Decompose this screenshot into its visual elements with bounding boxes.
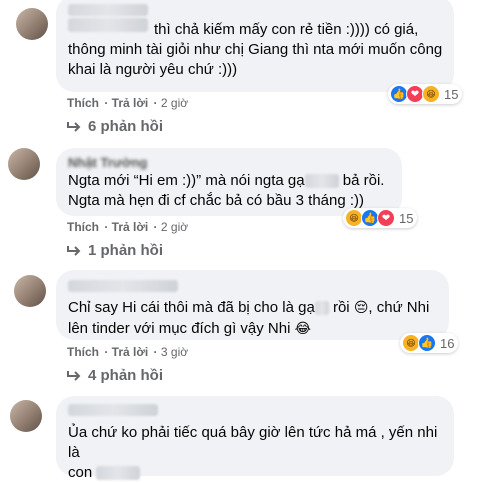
- blurred-word: [314, 301, 329, 316]
- reply-action[interactable]: Trả lời: [112, 345, 149, 359]
- text-part: lên tinder với mục đích gì vậy Nhi: [68, 320, 291, 337]
- text-part: Chỉ say Hi cái thôi mà đã bị cho là gạ: [68, 299, 315, 316]
- reply-arrow-icon: [67, 121, 81, 132]
- reply-action[interactable]: Trả lời: [112, 220, 149, 234]
- like-action[interactable]: Thích: [67, 345, 99, 359]
- avatar[interactable]: [8, 148, 40, 180]
- text-part: bả rồi.: [342, 172, 385, 189]
- comment-bubble: thì chả kiếm mấy con rẻ tiền :)))) có gi…: [56, 0, 454, 92]
- comment-bubble: Chỉ say Hi cái thôi mà đã bị cho là gạ r…: [56, 270, 449, 340]
- comment-actions: Thích · Trả lời · 2 giờ: [67, 220, 189, 234]
- comment-bubble: Nhật Trường Ngta mới “Hi em :))” mà nói …: [56, 148, 402, 216]
- comment-actions: Thích · Trả lời · 2 giờ: [67, 96, 189, 110]
- blurred-word: [96, 466, 141, 481]
- avatar[interactable]: [10, 400, 42, 432]
- reaction-summary[interactable]: 👍 ❤ 😆 15: [388, 84, 463, 104]
- author-blurred[interactable]: [68, 4, 148, 16]
- comment-bubble: Ủa chứ ko phải tiếc quá bây giờ lên tức …: [56, 396, 454, 481]
- reaction-count: 15: [399, 210, 414, 226]
- comment-text-line: lên tinder với mục đích gì vậy Nhi 😂: [68, 318, 437, 339]
- comment-text-line: Ngta mà hẹn đi cf chắc bả có bầu 3 tháng…: [68, 192, 365, 209]
- avatar[interactable]: [14, 275, 46, 307]
- timestamp[interactable]: 3 giờ: [161, 345, 188, 359]
- like-icon: 👍: [418, 334, 436, 352]
- reaction-summary[interactable]: 😆 👍 ❤ 15: [343, 208, 418, 228]
- comment-text-line: Ủa chứ ko phải tiếc quá bây giờ lên tức …: [68, 424, 438, 461]
- reaction-count: 16: [440, 335, 455, 351]
- comment-text-line: thông minh tài giỏi như chị Giang thì nt…: [68, 41, 443, 58]
- view-replies[interactable]: 6 phản hồi: [66, 118, 163, 135]
- author-name[interactable]: Nhật Trường: [68, 155, 390, 171]
- reply-action[interactable]: Trả lời: [112, 96, 149, 110]
- author-blurred[interactable]: [68, 404, 158, 417]
- replies-label: 1 phản hồi: [88, 242, 163, 259]
- pensive-emoji: 😔: [353, 299, 369, 315]
- reply-arrow-icon: [67, 370, 81, 381]
- comment-actions: Thích · Trả lời · 3 giờ: [67, 345, 189, 359]
- text-part: rồi: [332, 299, 350, 316]
- comment-text-line: Chỉ say Hi cái thôi mà đã bị cho là gạ r…: [68, 297, 437, 318]
- text-part: Ngta mới “Hi em :))” mà nói ngta gạ: [68, 172, 305, 189]
- reaction-count: 15: [444, 86, 459, 102]
- text-part: con: [68, 464, 93, 481]
- laughing-emoji: 😂: [294, 320, 311, 336]
- author-blurred[interactable]: [68, 279, 178, 292]
- timestamp[interactable]: 2 giờ: [161, 220, 188, 234]
- view-replies[interactable]: 4 phản hồi: [66, 367, 163, 384]
- replies-label: 4 phản hồi: [88, 367, 163, 384]
- avatar[interactable]: [16, 8, 48, 40]
- text-part: , chứ Nhi: [368, 299, 430, 316]
- comment-text-line: thì chả kiếm mấy con rẻ tiền :)))) có gi…: [154, 21, 419, 38]
- replies-label: 6 phản hồi: [88, 118, 163, 135]
- timestamp[interactable]: 2 giờ: [161, 96, 188, 110]
- like-action[interactable]: Thích: [67, 220, 99, 234]
- comment-text-line: con: [68, 463, 442, 483]
- haha-icon: 😆: [422, 85, 440, 103]
- blurred-word: [304, 174, 339, 189]
- view-replies[interactable]: 1 phản hồi: [66, 242, 163, 259]
- comment-text-line: khai là người yêu chứ :))): [68, 61, 238, 78]
- reply-arrow-icon: [67, 245, 81, 256]
- reaction-summary[interactable]: 😆 👍 16: [400, 333, 459, 353]
- love-icon: ❤: [377, 209, 395, 227]
- like-action[interactable]: Thích: [67, 96, 99, 110]
- comment-text-line: Ngta mới “Hi em :))” mà nói ngta gạ bả r…: [68, 171, 390, 191]
- author-blurred-line: [68, 18, 148, 32]
